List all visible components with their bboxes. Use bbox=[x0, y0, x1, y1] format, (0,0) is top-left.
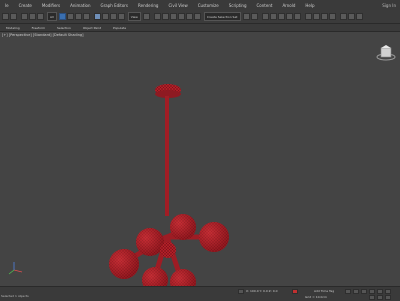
arnold-render-icon[interactable] bbox=[339, 13, 347, 20]
tab-object-paint[interactable]: Object Paint bbox=[77, 26, 107, 30]
tab-selection[interactable]: Selection bbox=[51, 26, 77, 30]
menu-content[interactable]: Content bbox=[252, 3, 278, 8]
window-crossing-icon[interactable] bbox=[82, 13, 90, 20]
status-bar: Selected 1 objects X: 100.0 Y: 0.0 Z: 0.… bbox=[0, 286, 400, 301]
select-object-icon[interactable] bbox=[58, 13, 66, 20]
grid-size: Grid = 10.0cm bbox=[305, 295, 327, 299]
select-by-name-icon[interactable] bbox=[66, 13, 74, 20]
menu-rendering[interactable]: Rendering bbox=[133, 3, 163, 8]
scene-explorer-icon[interactable] bbox=[261, 13, 269, 20]
selection-filter-dropdown[interactable]: All bbox=[47, 12, 57, 21]
placement-icon[interactable] bbox=[117, 13, 125, 20]
align-icon[interactable] bbox=[250, 13, 258, 20]
tab-populate[interactable]: Populate bbox=[107, 26, 132, 30]
scale-icon[interactable] bbox=[109, 13, 117, 20]
status-prompt: Selected 1 objects bbox=[1, 294, 29, 298]
menu-graph-editors[interactable]: Graph Editors bbox=[96, 3, 133, 8]
keyboard-shortcut-icon[interactable] bbox=[161, 13, 169, 20]
axis-tripod-icon bbox=[8, 262, 23, 275]
render-production-icon[interactable] bbox=[328, 13, 336, 20]
layer-explorer-icon[interactable] bbox=[269, 13, 277, 20]
menu-help[interactable]: Help bbox=[300, 3, 319, 8]
pivot-center-icon[interactable] bbox=[142, 13, 150, 20]
menu-animation[interactable]: Animation bbox=[65, 3, 95, 8]
unlink-icon[interactable] bbox=[29, 13, 36, 20]
tab-freeform[interactable]: Freeform bbox=[26, 26, 51, 30]
angle-snap-icon[interactable] bbox=[177, 13, 185, 20]
pendant-lamp-model[interactable] bbox=[109, 84, 229, 295]
auto-key-button[interactable] bbox=[292, 289, 298, 294]
menu-item[interactable]: le bbox=[0, 3, 14, 8]
field-of-view-icon[interactable] bbox=[369, 295, 375, 300]
mirror-icon[interactable] bbox=[242, 13, 250, 20]
zoom-extents-icon[interactable] bbox=[377, 289, 383, 294]
stem bbox=[165, 96, 169, 216]
viewport-label[interactable]: [+] [Perspective] [Standard] [Default Sh… bbox=[2, 33, 84, 37]
move-icon[interactable] bbox=[93, 13, 101, 20]
ribbon-tabs: Modeling Freeform Selection Object Paint… bbox=[0, 24, 400, 32]
coordinate-display[interactable]: X: 100.0 Y: 0.0 Z: 0.0 bbox=[246, 289, 277, 293]
redo-icon[interactable] bbox=[10, 13, 17, 20]
spinner-snap-icon[interactable] bbox=[193, 13, 201, 20]
reference-coordinate-dropdown[interactable]: View bbox=[127, 12, 141, 21]
sign-in-link[interactable]: Sign In bbox=[382, 3, 400, 8]
goto-end-icon[interactable] bbox=[361, 289, 367, 294]
menu-create[interactable]: Create bbox=[14, 3, 37, 8]
material-editor-icon[interactable] bbox=[304, 13, 312, 20]
snaps-toggle-icon[interactable] bbox=[169, 13, 177, 20]
next-frame-icon[interactable] bbox=[353, 289, 359, 294]
undo-icon[interactable] bbox=[2, 13, 9, 20]
select-manipulate-icon[interactable] bbox=[153, 13, 161, 20]
link-icon[interactable] bbox=[21, 13, 28, 20]
rendered-frame-window-icon[interactable] bbox=[320, 13, 328, 20]
rotate-icon[interactable] bbox=[101, 13, 109, 20]
percent-snap-icon[interactable] bbox=[185, 13, 193, 20]
bind-spacewarp-icon[interactable] bbox=[37, 13, 44, 20]
schematic-view-icon[interactable] bbox=[293, 13, 301, 20]
lock-selection-icon[interactable] bbox=[238, 289, 244, 294]
rect-selection-icon[interactable] bbox=[74, 13, 82, 20]
menu-arnold[interactable]: Arnold bbox=[277, 3, 300, 8]
ribbon-toggle-icon[interactable] bbox=[277, 13, 285, 20]
render-in-cloud-icon[interactable] bbox=[347, 13, 355, 20]
render-setup-icon[interactable] bbox=[312, 13, 320, 20]
globe-bulb bbox=[160, 242, 176, 258]
menu-customize[interactable]: Customize bbox=[193, 3, 224, 8]
viewport-canvas[interactable] bbox=[0, 32, 400, 295]
pan-icon[interactable] bbox=[385, 289, 391, 294]
perspective-viewport[interactable] bbox=[0, 32, 400, 295]
named-selection-sets[interactable]: Create Selection Set bbox=[203, 12, 241, 21]
add-time-tag[interactable]: Add Time Tag bbox=[314, 289, 334, 293]
menu-civil-view[interactable]: Civil View bbox=[163, 3, 192, 8]
orbit-icon[interactable] bbox=[377, 295, 383, 300]
maximize-viewport-icon[interactable] bbox=[385, 295, 391, 300]
menu-scripting[interactable]: Scripting bbox=[224, 3, 252, 8]
zoom-icon[interactable] bbox=[369, 289, 375, 294]
menu-modifiers[interactable]: Modifiers bbox=[37, 3, 65, 8]
main-toolbar: All View Create Selection Set bbox=[0, 10, 400, 24]
menu-bar: le Create Modifiers Animation Graph Edit… bbox=[0, 0, 400, 10]
curve-editor-icon[interactable] bbox=[285, 13, 293, 20]
viewcube-icon[interactable] bbox=[376, 45, 396, 61]
tab-modeling[interactable]: Modeling bbox=[0, 26, 26, 30]
a360-gallery-icon[interactable] bbox=[355, 13, 363, 20]
play-icon[interactable] bbox=[345, 289, 351, 294]
